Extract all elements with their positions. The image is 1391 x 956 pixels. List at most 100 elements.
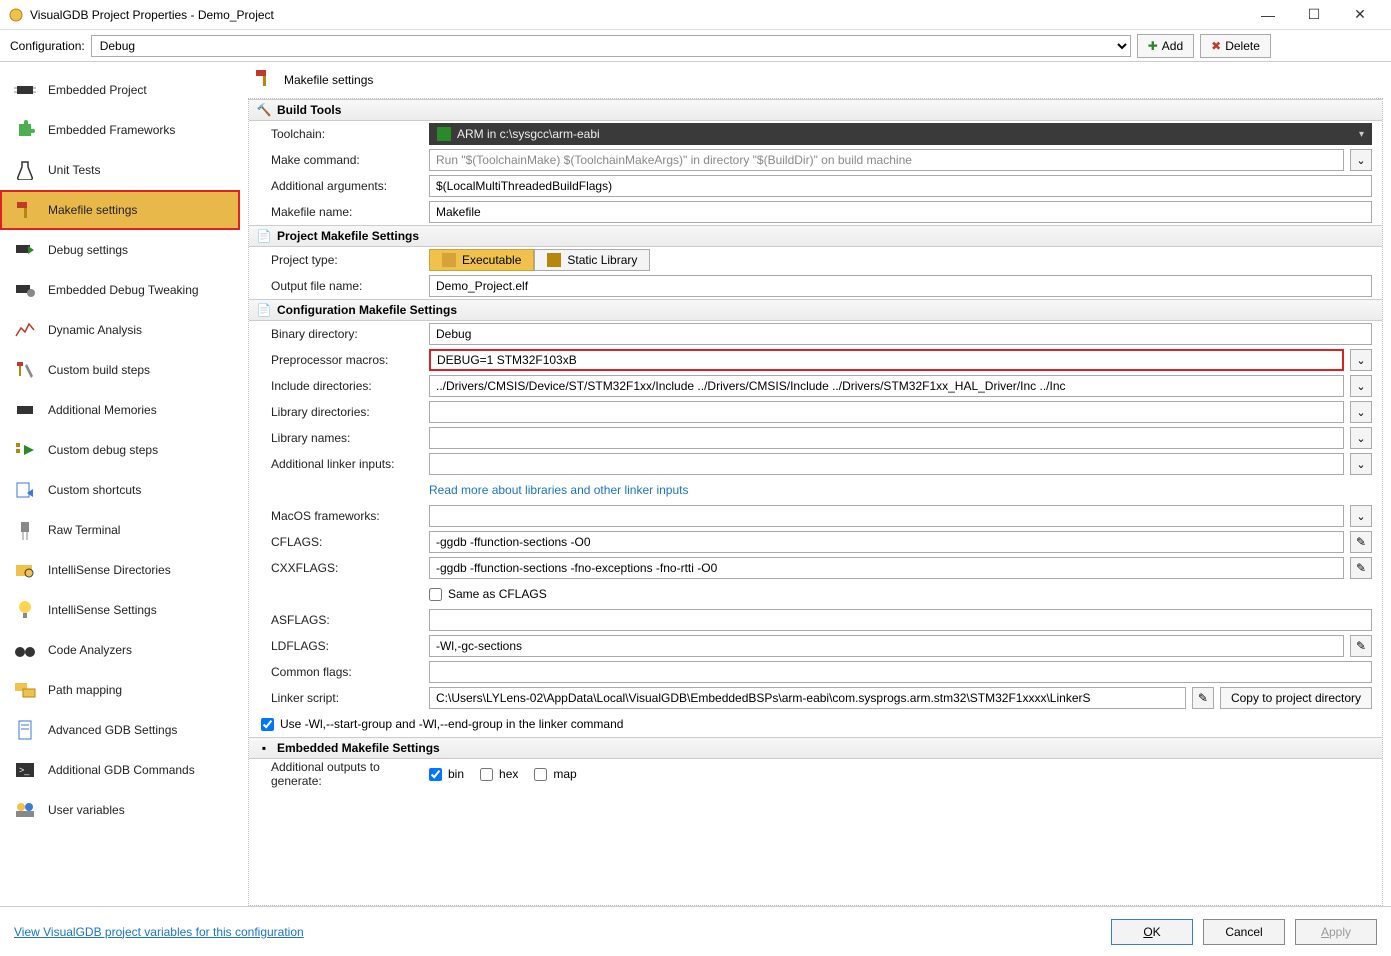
- puzzle-icon: [14, 119, 36, 141]
- sidebar-item-custom-debug-steps[interactable]: Custom debug steps: [0, 430, 240, 470]
- section-embedded-makefile: ▪Embedded Makefile Settings: [249, 737, 1382, 759]
- sidebar-item-path-mapping[interactable]: Path mapping: [0, 670, 240, 710]
- apply-button[interactable]: Apply: [1295, 919, 1377, 945]
- common-flags-input[interactable]: [429, 661, 1372, 683]
- addl-linker-expand[interactable]: ⌄: [1350, 453, 1372, 475]
- cancel-button[interactable]: Cancel: [1203, 919, 1285, 945]
- linker-script-edit[interactable]: ✎: [1192, 687, 1214, 709]
- cxxflags-label: CXXFLAGS:: [249, 561, 429, 575]
- content-header: Makefile settings: [240, 62, 1391, 98]
- same-as-cflags-checkbox[interactable]: [429, 588, 442, 601]
- project-type-static-library[interactable]: Static Library: [534, 249, 650, 271]
- terminal-icon: >_: [14, 759, 36, 781]
- lib-names-input[interactable]: [429, 427, 1344, 449]
- add-config-button[interactable]: Add: [1137, 34, 1194, 58]
- sidebar-item-custom-shortcuts[interactable]: Custom shortcuts: [0, 470, 240, 510]
- flask-icon: [14, 159, 36, 181]
- binoculars-icon: [14, 639, 36, 661]
- svg-text:>_: >_: [19, 765, 30, 775]
- sidebar-item-user-variables[interactable]: User variables: [0, 790, 240, 830]
- cxxflags-edit[interactable]: ✎: [1350, 557, 1372, 579]
- tools-icon: [14, 359, 36, 381]
- use-wl-checkbox[interactable]: [261, 718, 274, 731]
- chip-icon: [14, 79, 36, 101]
- asflags-input[interactable]: [429, 609, 1372, 631]
- cxxflags-input[interactable]: [429, 557, 1344, 579]
- output-hex-checkbox[interactable]: [480, 768, 493, 781]
- ldflags-edit[interactable]: ✎: [1350, 635, 1372, 657]
- bin-dir-input[interactable]: [429, 323, 1372, 345]
- sidebar-item-code-analyzers[interactable]: Code Analyzers: [0, 630, 240, 670]
- copy-to-project-button[interactable]: Copy to project directory: [1220, 687, 1372, 709]
- sidebar-item-debug-settings[interactable]: Debug settings: [0, 230, 240, 270]
- ok-button[interactable]: OK: [1111, 919, 1193, 945]
- minimize-button[interactable]: —: [1245, 0, 1291, 30]
- output-map-checkbox[interactable]: [534, 768, 547, 781]
- hammer-icon: [254, 68, 274, 93]
- macos-fw-expand[interactable]: ⌄: [1350, 505, 1372, 527]
- app-icon: [8, 7, 24, 23]
- sidebar-item-makefile-settings[interactable]: Makefile settings: [0, 190, 240, 230]
- addl-outputs-label: Additional outputs to generate:: [249, 760, 429, 788]
- sidebar-item-intellisense-directories[interactable]: IntelliSense Directories: [0, 550, 240, 590]
- addl-args-input[interactable]: [429, 175, 1372, 197]
- macos-fw-input[interactable]: [429, 505, 1344, 527]
- sidebar-item-embedded-debug-tweaking[interactable]: Embedded Debug Tweaking: [0, 270, 240, 310]
- addl-args-label: Additional arguments:: [249, 179, 429, 193]
- pp-macros-input[interactable]: [429, 349, 1344, 371]
- section-project-makefile: 📄Project Makefile Settings: [249, 225, 1382, 247]
- sidebar-item-additional-memories[interactable]: Additional Memories: [0, 390, 240, 430]
- toolchain-label: Toolchain:: [249, 127, 429, 141]
- sidebar-item-custom-build-steps[interactable]: Custom build steps: [0, 350, 240, 390]
- ldflags-label: LDFLAGS:: [249, 639, 429, 653]
- ldflags-input[interactable]: [429, 635, 1344, 657]
- sidebar-item-raw-terminal[interactable]: Raw Terminal: [0, 510, 240, 550]
- view-variables-link[interactable]: View VisualGDB project variables for thi…: [14, 925, 304, 939]
- project-type-label: Project type:: [249, 253, 429, 267]
- bin-dir-label: Binary directory:: [249, 327, 429, 341]
- sidebar-item-additional-gdb-commands[interactable]: >_Additional GDB Commands: [0, 750, 240, 790]
- makefile-name-input[interactable]: [429, 201, 1372, 223]
- sidebar-item-embedded-frameworks[interactable]: Embedded Frameworks: [0, 110, 240, 150]
- make-cmd-label: Make command:: [249, 153, 429, 167]
- config-toolbar: Configuration: Debug Add Delete: [0, 30, 1391, 62]
- linker-script-input[interactable]: [429, 687, 1186, 709]
- connector-icon: [14, 519, 36, 541]
- cflags-edit[interactable]: ✎: [1350, 531, 1372, 553]
- delete-config-button[interactable]: Delete: [1200, 34, 1271, 58]
- sidebar-item-dynamic-analysis[interactable]: Dynamic Analysis: [0, 310, 240, 350]
- output-file-input[interactable]: [429, 275, 1372, 297]
- common-flags-label: Common flags:: [249, 665, 429, 679]
- pp-macros-label: Preprocessor macros:: [249, 353, 429, 367]
- lib-dirs-input[interactable]: [429, 401, 1344, 423]
- chip-small-icon: ▪: [257, 741, 271, 755]
- sidebar-item-advanced-gdb-settings[interactable]: Advanced GDB Settings: [0, 710, 240, 750]
- sidebar-item-intellisense-settings[interactable]: IntelliSense Settings: [0, 590, 240, 630]
- lib-dirs-expand[interactable]: ⌄: [1350, 401, 1372, 423]
- footer: View VisualGDB project variables for thi…: [0, 906, 1391, 956]
- exe-icon: [442, 253, 456, 267]
- linker-help-link[interactable]: Read more about libraries and other link…: [429, 483, 688, 497]
- chevron-down-icon: ▾: [1359, 129, 1364, 140]
- make-cmd-expand[interactable]: ⌄: [1350, 149, 1372, 171]
- sidebar-item-embedded-project[interactable]: Embedded Project: [0, 70, 240, 110]
- project-type-executable[interactable]: Executable: [429, 249, 534, 271]
- toolchain-dropdown[interactable]: ARM in c:\sysgcc\arm-eabi▾: [429, 123, 1372, 145]
- lib-names-expand[interactable]: ⌄: [1350, 427, 1372, 449]
- close-button[interactable]: ✕: [1337, 0, 1383, 30]
- linker-script-label: Linker script:: [249, 691, 429, 705]
- config-select[interactable]: Debug: [91, 35, 1131, 57]
- output-bin-checkbox[interactable]: [429, 768, 442, 781]
- inc-dirs-input[interactable]: [429, 375, 1344, 397]
- lib-names-label: Library names:: [249, 431, 429, 445]
- section-config-makefile: 📄Configuration Makefile Settings: [249, 299, 1382, 321]
- lib-icon: [547, 253, 561, 267]
- pp-macros-expand[interactable]: ⌄: [1350, 349, 1372, 371]
- cflags-input[interactable]: [429, 531, 1344, 553]
- addl-linker-input[interactable]: [429, 453, 1344, 475]
- maximize-button[interactable]: ☐: [1291, 0, 1337, 30]
- sidebar-item-unit-tests[interactable]: Unit Tests: [0, 150, 240, 190]
- folders-icon: [14, 679, 36, 701]
- chip-gear-icon: [14, 279, 36, 301]
- inc-dirs-expand[interactable]: ⌄: [1350, 375, 1372, 397]
